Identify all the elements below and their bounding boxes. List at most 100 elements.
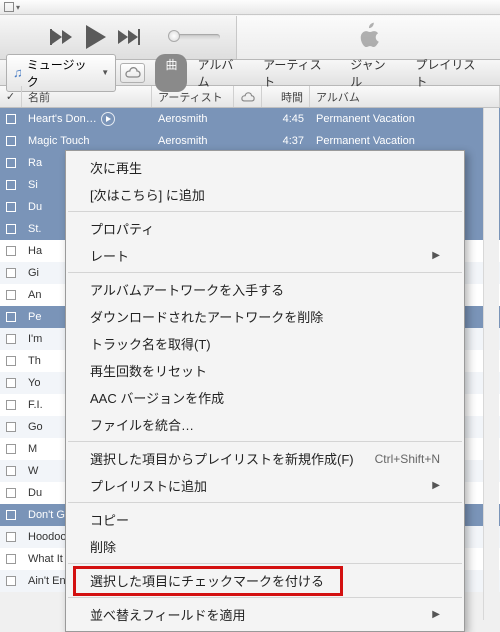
menu-item-label: ダウンロードされたアートワークを削除	[90, 307, 323, 326]
menu-item[interactable]: 選択した項目にチェックマークを付ける	[66, 567, 464, 594]
checkbox-icon[interactable]	[6, 334, 16, 344]
menu-item-label: プロパティ	[90, 219, 154, 238]
table-row[interactable]: Heart's Don… Aerosmith 4:45Permanent Vacat…	[0, 108, 500, 130]
header-check[interactable]: ✓	[0, 86, 22, 107]
apple-logo-icon	[356, 22, 382, 52]
checkbox-icon[interactable]	[6, 466, 16, 476]
track-name: Du	[28, 487, 42, 499]
menu-item-label: 選択した項目からプレイリストを新規作成(F)	[90, 449, 354, 468]
window-dropdown-icon[interactable]: ▾	[16, 3, 20, 12]
volume-knob[interactable]	[168, 30, 180, 42]
checkbox-icon[interactable]	[6, 554, 16, 564]
play-circle-icon[interactable]	[101, 112, 115, 126]
checkbox-icon[interactable]	[6, 290, 16, 300]
checkbox-icon[interactable]	[6, 246, 16, 256]
menu-item[interactable]: ファイルを統合…	[66, 411, 464, 438]
menu-item[interactable]: ダウンロードされたアートワークを削除	[66, 303, 464, 330]
checkbox-icon[interactable]	[6, 532, 16, 542]
track-album: Permanent Vacation	[310, 108, 500, 130]
menu-item[interactable]: プレイリストに追加▶	[66, 472, 464, 499]
track-name: Heart's Don…	[28, 113, 97, 125]
menu-item-label: コピー	[90, 510, 129, 529]
track-name: An	[28, 289, 41, 301]
menu-item[interactable]: プロパティ	[66, 215, 464, 242]
track-time: 4:37	[262, 130, 310, 152]
vertical-scrollbar[interactable]	[483, 108, 499, 620]
menu-item-label: トラック名を取得(T)	[90, 334, 211, 353]
checkbox-icon[interactable]	[6, 422, 16, 432]
checkbox-icon[interactable]	[6, 400, 16, 410]
checkbox-icon[interactable]	[6, 158, 16, 168]
track-name: W	[28, 465, 38, 477]
checkbox-icon[interactable]	[6, 268, 16, 278]
menu-item-label: 並べ替えフィールドを適用	[90, 605, 245, 624]
submenu-arrow-icon: ▶	[432, 250, 440, 261]
track-name: Du	[28, 201, 42, 213]
menu-item[interactable]: レート▶	[66, 242, 464, 269]
play-button[interactable]	[84, 25, 106, 49]
track-name: Magic Touch	[28, 135, 90, 147]
menu-item[interactable]: 選択した項目からプレイリストを新規作成(F) Ctrl+Shift+N	[66, 445, 464, 472]
track-name: F.I.	[28, 399, 43, 411]
menu-item-label: 再生回数をリセット	[90, 361, 207, 380]
header-artist[interactable]: アーティスト	[152, 86, 234, 107]
menu-item[interactable]: 次に再生	[66, 154, 464, 181]
checkbox-icon[interactable]	[6, 180, 16, 190]
track-artist: Aerosmith	[152, 108, 234, 130]
window-control-icon[interactable]	[4, 2, 14, 12]
track-name: M	[28, 443, 37, 455]
header-time[interactable]: 時間	[262, 86, 310, 107]
column-header-row: ✓ 名前 アーティスト 時間 アルバム	[0, 86, 500, 108]
track-cloud	[234, 130, 262, 152]
checkbox-icon[interactable]	[6, 444, 16, 454]
track-name: Th	[28, 355, 41, 367]
checkbox-icon[interactable]	[6, 488, 16, 498]
menu-item[interactable]: 並べ替えフィールドを適用▶	[66, 601, 464, 628]
menu-shortcut: Ctrl+Shift+N	[375, 452, 440, 466]
menu-item[interactable]: アルバムアートワークを入手する	[66, 276, 464, 303]
chevron-down-icon: ▼	[101, 68, 109, 77]
checkbox-icon[interactable]	[6, 576, 16, 586]
menu-item[interactable]: [次はこちら] に追加	[66, 181, 464, 208]
menu-item[interactable]: トラック名を取得(T)	[66, 330, 464, 357]
track-name: Yo	[28, 377, 40, 389]
checkbox-icon[interactable]	[6, 378, 16, 388]
lcd-display	[236, 16, 500, 59]
track-time: 4:45	[262, 108, 310, 130]
menu-separator	[68, 441, 462, 442]
menu-item[interactable]: AAC バージョンを作成	[66, 384, 464, 411]
checkbox-icon[interactable]	[6, 356, 16, 366]
menu-separator	[68, 597, 462, 598]
cloud-button[interactable]	[120, 63, 145, 83]
volume-slider[interactable]	[170, 34, 220, 40]
checkbox-icon[interactable]	[6, 114, 16, 124]
cloud-icon	[125, 67, 141, 78]
checkbox-icon[interactable]	[6, 312, 16, 322]
track-artist: Aerosmith	[152, 130, 234, 152]
checkbox-icon[interactable]	[6, 136, 16, 146]
next-button[interactable]	[118, 29, 140, 45]
prev-button[interactable]	[50, 29, 72, 45]
menu-item[interactable]: コピー	[66, 506, 464, 533]
menu-separator	[68, 272, 462, 273]
menu-item[interactable]: 再生回数をリセット	[66, 357, 464, 384]
checkbox-icon[interactable]	[6, 202, 16, 212]
checkbox-icon[interactable]	[6, 224, 16, 234]
track-album: Permanent Vacation	[310, 130, 500, 152]
menu-item-label: AAC バージョンを作成	[90, 388, 224, 407]
header-name[interactable]: 名前	[22, 86, 152, 107]
header-album[interactable]: アルバム	[310, 86, 500, 107]
menu-item-label: アルバムアートワークを入手する	[90, 280, 284, 299]
checkbox-icon[interactable]	[6, 510, 16, 520]
track-name: Gi	[28, 267, 39, 279]
table-row[interactable]: Magic Touch Aerosmith 4:37Permanent Vacati…	[0, 130, 500, 152]
submenu-arrow-icon: ▶	[432, 480, 440, 491]
menu-item-label: [次はこちら] に追加	[90, 185, 205, 204]
track-name: I'm	[28, 333, 42, 345]
menu-item[interactable]: 削除	[66, 533, 464, 560]
track-name: Ra	[28, 157, 42, 169]
track-name: Ha	[28, 245, 42, 257]
window-titlebar: ▾	[0, 0, 500, 15]
track-name: Pe	[28, 311, 41, 323]
header-cloud[interactable]	[234, 86, 262, 107]
